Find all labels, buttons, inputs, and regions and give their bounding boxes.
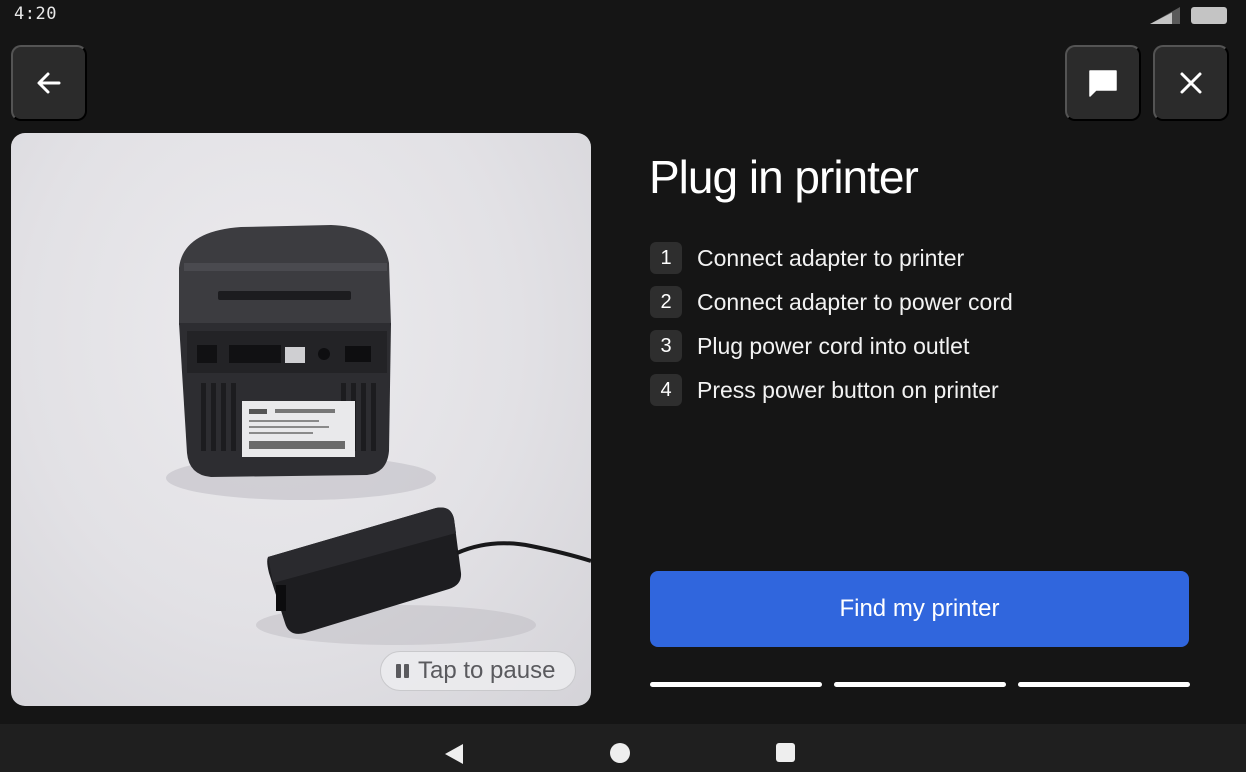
instruction-video[interactable]: Tap to pause [11, 133, 591, 706]
tap-to-pause-button[interactable]: Tap to pause [380, 651, 576, 691]
status-time: 4:20 [14, 4, 57, 24]
step-text: Connect adapter to printer [697, 244, 965, 271]
battery-icon [1191, 7, 1227, 24]
square-recents-icon[interactable] [776, 743, 795, 762]
status-bar: 4:20 [0, 0, 1246, 32]
steps-list: 1 Connect adapter to printer 2 Connect a… [650, 236, 1013, 412]
back-button[interactable] [11, 45, 87, 121]
step-item: 3 Plug power cord into outlet [650, 324, 1013, 368]
progress-segment [834, 682, 1006, 687]
step-text: Plug power cord into outlet [697, 332, 970, 359]
step-number-badge: 2 [650, 286, 682, 318]
progress-segment [1018, 682, 1190, 687]
step-number-badge: 3 [650, 330, 682, 362]
step-item: 2 Connect adapter to power cord [650, 280, 1013, 324]
triangle-back-icon[interactable] [445, 744, 463, 764]
find-my-printer-button[interactable]: Find my printer [650, 571, 1189, 647]
pause-icon [396, 664, 409, 678]
chat-button[interactable] [1065, 45, 1141, 121]
step-text: Press power button on printer [697, 376, 999, 403]
plug-in-printer-screen: 4:20 Tap to pause Plug in printer 1 Conn… [0, 0, 1246, 772]
pause-label: Tap to pause [418, 657, 556, 684]
step-number-badge: 1 [650, 242, 682, 274]
arrow-left-icon [37, 72, 61, 94]
progress-segment [650, 682, 822, 687]
close-icon [1180, 72, 1202, 94]
chat-bubble-icon [1089, 70, 1117, 97]
step-number-badge: 4 [650, 374, 682, 406]
printer-photo [166, 225, 591, 645]
system-nav-bar [0, 724, 1246, 772]
step-progress-indicator [650, 682, 1190, 687]
step-item: 4 Press power button on printer [650, 368, 1013, 412]
circle-home-icon[interactable] [610, 743, 630, 763]
cell-signal-icon [1150, 7, 1180, 24]
close-button[interactable] [1153, 45, 1229, 121]
step-text: Connect adapter to power cord [697, 288, 1013, 315]
step-item: 1 Connect adapter to printer [650, 236, 1013, 280]
page-title: Plug in printer [649, 151, 919, 203]
